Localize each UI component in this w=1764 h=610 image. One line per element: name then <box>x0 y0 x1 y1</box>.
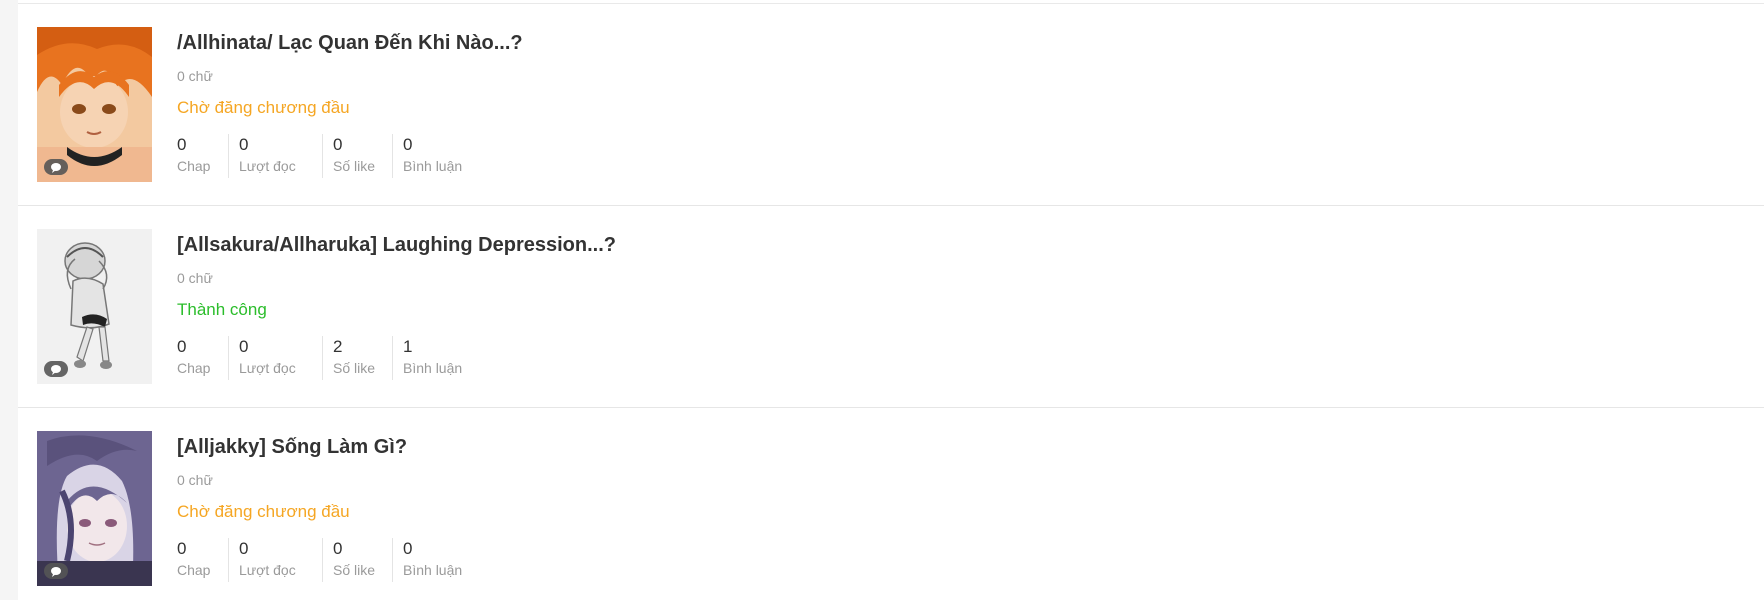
stat-label: Số like <box>333 360 376 376</box>
chat-bubble-icon <box>43 360 69 378</box>
stat-value: 0 <box>239 539 249 558</box>
story-stats: 0 Chap 0 Lượt đọc 0 Số like 0 Bình luận <box>177 134 486 178</box>
stat-reads: 0 Lượt đọc <box>239 336 323 380</box>
stat-likes: 0 Số like <box>333 134 393 178</box>
story-cover-image[interactable] <box>37 229 152 384</box>
story-item[interactable]: [Allsakura/Allharuka] Laughing Depressio… <box>18 206 1764 408</box>
chat-bubble-icon <box>43 562 69 580</box>
story-item[interactable]: [Alljakky] Sống Làm Gì? 0 chữ Chờ đăng c… <box>18 408 1764 610</box>
word-count: 0 chữ <box>177 270 213 286</box>
stat-likes: 2 Số like <box>333 336 393 380</box>
stat-chap: 0 Chap <box>177 134 229 178</box>
story-item[interactable]: /Allhinata/ Lạc Quan Đến Khi Nào...? 0 c… <box>18 4 1764 206</box>
stat-value: 1 <box>403 337 413 356</box>
story-list: /Allhinata/ Lạc Quan Đến Khi Nào...? 0 c… <box>18 4 1764 610</box>
stat-value: 2 <box>333 337 343 356</box>
stat-label: Lượt đọc <box>239 562 296 578</box>
stat-label: Lượt đọc <box>239 158 296 174</box>
stat-value: 0 <box>403 135 413 154</box>
stat-value: 0 <box>177 337 187 356</box>
stat-label: Chap <box>177 562 211 578</box>
story-cover-image[interactable] <box>37 27 152 182</box>
word-count: 0 chữ <box>177 68 213 84</box>
stat-chap: 0 Chap <box>177 336 229 380</box>
story-stats: 0 Chap 0 Lượt đọc 2 Số like 1 Bình luận <box>177 336 486 380</box>
stat-value: 0 <box>239 337 249 356</box>
stat-label: Bình luận <box>403 562 463 578</box>
story-title[interactable]: [Allsakura/Allharuka] Laughing Depressio… <box>177 234 616 257</box>
stat-value: 0 <box>177 539 187 558</box>
stat-likes: 0 Số like <box>333 538 393 582</box>
stat-value: 0 <box>239 135 249 154</box>
stat-label: Số like <box>333 562 376 578</box>
stat-chap: 0 Chap <box>177 538 229 582</box>
stat-value: 0 <box>333 135 343 154</box>
stat-reads: 0 Lượt đọc <box>239 134 323 178</box>
stat-value: 0 <box>177 135 187 154</box>
stat-value: 0 <box>403 539 413 558</box>
stat-reads: 0 Lượt đọc <box>239 538 323 582</box>
left-gutter <box>0 0 18 600</box>
stat-label: Chap <box>177 158 211 174</box>
stat-comments: 1 Bình luận <box>403 336 476 380</box>
stat-label: Chap <box>177 360 211 376</box>
stat-comments: 0 Bình luận <box>403 538 476 582</box>
stat-value: 0 <box>333 539 343 558</box>
stat-label: Bình luận <box>403 158 463 174</box>
story-cover-image[interactable] <box>37 431 152 586</box>
stat-label: Lượt đọc <box>239 360 296 376</box>
stat-label: Số like <box>333 158 376 174</box>
stat-label: Bình luận <box>403 360 463 376</box>
story-title[interactable]: /Allhinata/ Lạc Quan Đến Khi Nào...? <box>177 32 523 55</box>
status-text: Thành công <box>177 300 267 319</box>
word-count: 0 chữ <box>177 472 213 488</box>
status-text: Chờ đăng chương đầu <box>177 98 350 117</box>
stat-comments: 0 Bình luận <box>403 134 476 178</box>
status-text: Chờ đăng chương đầu <box>177 502 350 521</box>
story-stats: 0 Chap 0 Lượt đọc 0 Số like 0 Bình luận <box>177 538 486 582</box>
chat-bubble-icon <box>43 158 69 176</box>
story-title[interactable]: [Alljakky] Sống Làm Gì? <box>177 436 407 459</box>
